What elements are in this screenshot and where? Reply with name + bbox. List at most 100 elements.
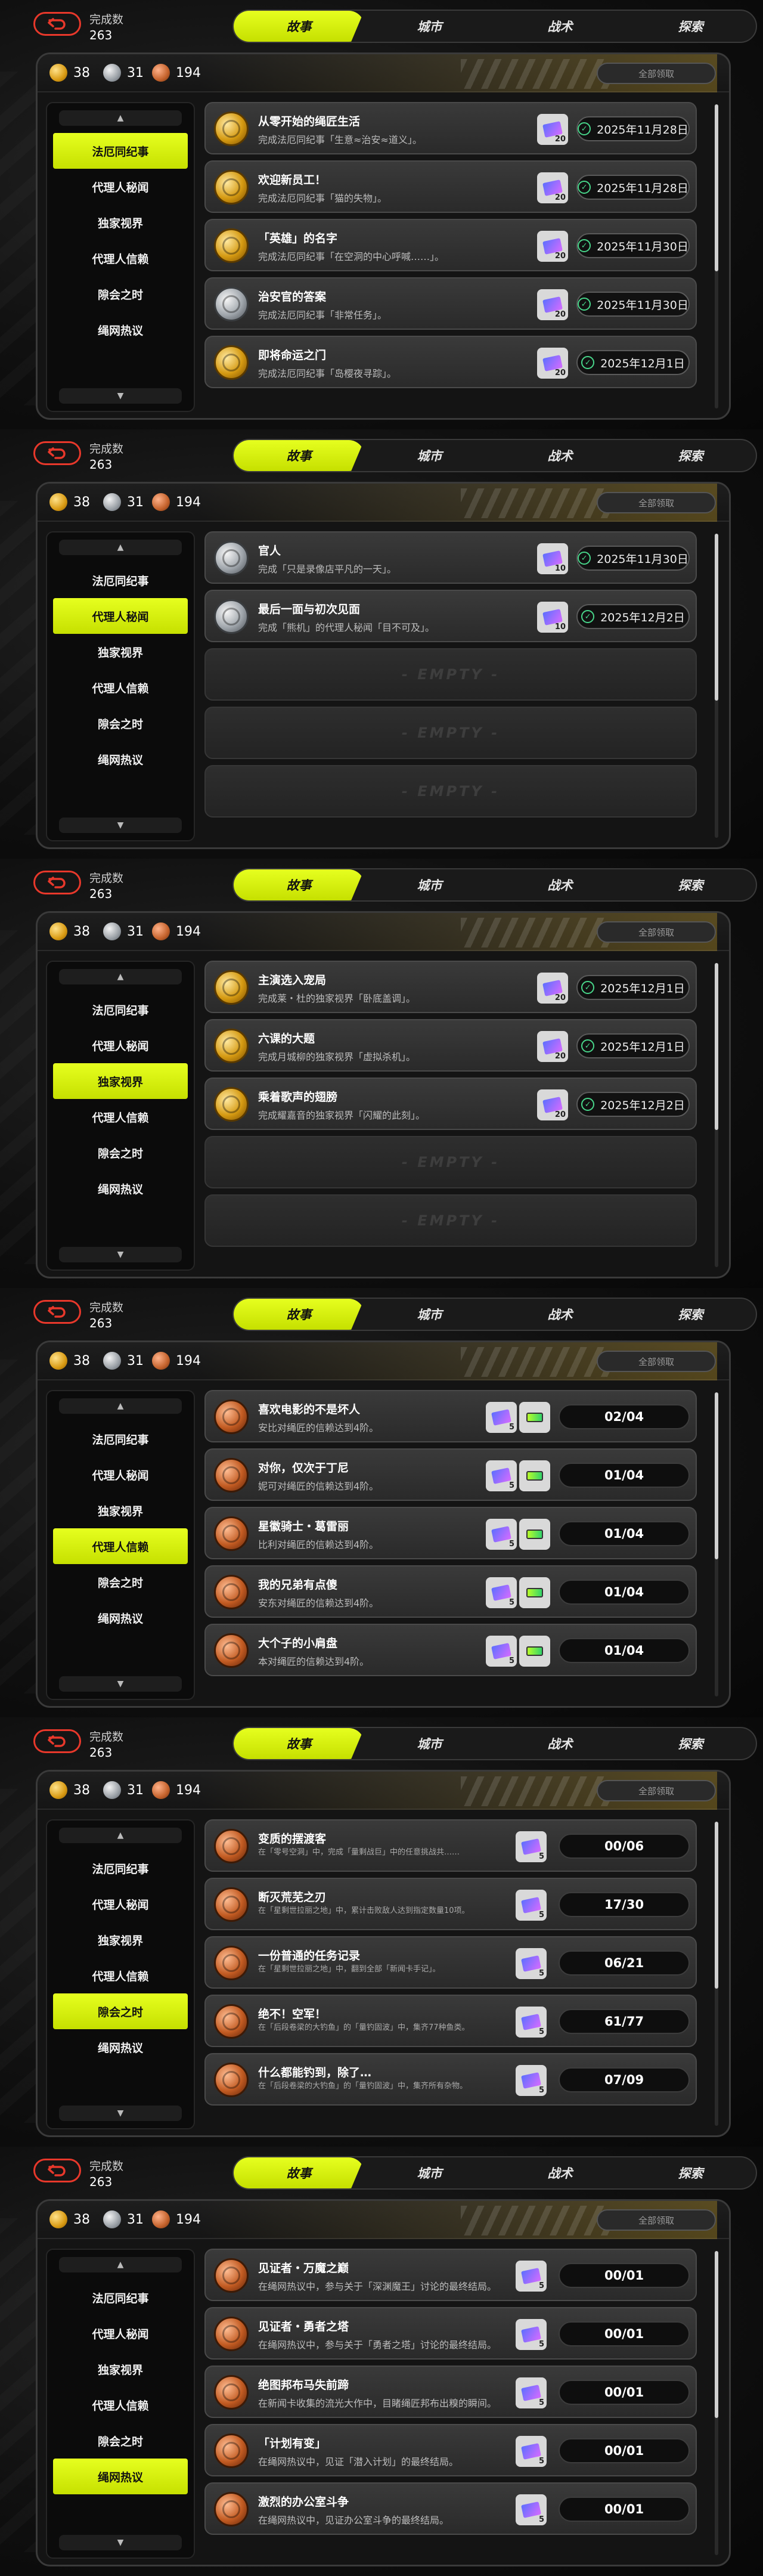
back-button[interactable] [33,441,81,465]
tab-tactics[interactable]: 战术 [495,440,625,471]
achievement-row[interactable]: 绝图邦布马失前蹄 在新闻卡收集的流光大作中，目睹绳匠邦布出糗的瞬间。 5 00/01 [204,2366,697,2418]
scrollbar-thumb[interactable] [715,1822,718,1989]
tab-tactics[interactable]: 战术 [495,11,625,42]
sidebar-item-5[interactable]: 隙会之时 [53,1993,188,2029]
achievement-row[interactable]: 我的兄弟有点傻 安东对绳匠的信赖达到4阶。 5 01/04 [204,1565,697,1618]
achievement-row[interactable]: 即将命运之门 完成法厄同纪事「岛樱夜寻踪」。 20 ✓ 2025年12月1日 [204,336,697,388]
reward-item[interactable]: 5 [486,1460,517,1491]
reward-item-secondary[interactable] [519,1460,550,1491]
sidebar-item-4[interactable]: 代理人信赖 [53,2387,188,2423]
sidebar-item-3[interactable]: 独家视界 [53,1493,188,1528]
list-scrollbar[interactable] [715,534,718,838]
tab-story[interactable]: 故事 [234,1299,364,1330]
reward-item[interactable]: 5 [486,1577,517,1608]
sidebar-item-1[interactable]: 法厄同纪事 [53,992,188,1027]
reward-item-secondary[interactable] [519,1577,550,1608]
scrollbar-thumb[interactable] [715,534,718,701]
achievement-row[interactable]: 见证者・万魔之巅 在绳网热议中，参与关于「深渊魔王」讨论的最终结局。 5 00/01 [204,2249,697,2301]
claim-all-button[interactable]: 全部领取 [597,492,716,513]
scroll-up-button[interactable]: ▲ [59,110,182,126]
sidebar-item-4[interactable]: 代理人信赖 [53,1099,188,1135]
reward-item[interactable]: 5 [516,2065,547,2096]
achievement-row[interactable]: 对你，仅次于丁尼 妮可对绳匠的信赖达到4阶。 5 01/04 [204,1448,697,1501]
tab-city[interactable]: 城市 [364,440,495,471]
scroll-down-button[interactable]: ▼ [59,2535,182,2550]
tab-tactics[interactable]: 战术 [495,1299,625,1330]
achievement-row[interactable]: 绝不！空军！ 在「后段卷梁的大钓鱼」的「量钓固波」中，集齐77种鱼类。 5 61/77 [204,1995,697,2047]
claim-all-button[interactable]: 全部领取 [597,1351,716,1372]
sidebar-item-3[interactable]: 独家视界 [53,634,188,670]
scroll-down-button[interactable]: ▼ [59,2106,182,2121]
achievement-row[interactable]: 治安官的答案 完成法厄同纪事「非常任务」。 20 ✓ 2025年11月30日 [204,277,697,330]
achievement-row[interactable]: 主演选入宠局 完成莱・杜的独家视界「卧底盖调」。 20 ✓ 2025年12月1日 [204,961,697,1013]
reward-item[interactable]: 5 [486,1636,517,1667]
list-scrollbar[interactable] [715,104,718,408]
achievement-row[interactable]: 断灭荒芜之刃 在「星剩世拉丽之地」中，累计击败敌人达到指定数量10项。 5 17/30 [204,1878,697,1930]
achievement-row[interactable]: 喜欢电影的不是坏人 安比对绳匠的信赖达到4阶。 5 02/04 [204,1390,697,1442]
reward-item[interactable]: 10 [537,543,568,574]
back-button[interactable] [33,1729,81,1753]
sidebar-item-1[interactable]: 法厄同纪事 [53,133,188,169]
list-scrollbar[interactable] [715,2251,718,2555]
reward-item[interactable]: 5 [516,2494,547,2525]
claim-all-button[interactable]: 全部领取 [597,2209,716,2231]
sidebar-item-1[interactable]: 法厄同纪事 [53,562,188,598]
reward-item[interactable]: 5 [516,1948,547,1979]
sidebar-item-6[interactable]: 绳网热议 [53,312,188,348]
scroll-down-button[interactable]: ▼ [59,1676,182,1692]
tab-city[interactable]: 城市 [364,11,495,42]
tab-city[interactable]: 城市 [364,869,495,900]
scroll-up-button[interactable]: ▲ [59,2257,182,2272]
back-button[interactable] [33,2159,81,2182]
reward-item[interactable]: 5 [516,2319,547,2350]
reward-item[interactable]: 5 [516,2261,547,2292]
achievement-row[interactable]: 从零开始的绳匠生活 完成法厄同纪事「生意≈治安≈道义」。 20 ✓ 2025年11月28… [204,102,697,154]
claim-all-button[interactable]: 全部领取 [597,63,716,84]
reward-item[interactable]: 20 [537,973,568,1004]
achievement-row[interactable]: 见证者・勇者之塔 在绳网热议中，参与关于「勇者之塔」讨论的最终结局。 5 00/01 [204,2307,697,2360]
reward-item[interactable]: 5 [486,1402,517,1433]
achievement-row[interactable]: 六课的大题 完成月城柳的独家视界「虚拟杀机」。 20 ✓ 2025年12月1日 [204,1019,697,1072]
sidebar-item-6[interactable]: 绳网热议 [53,1171,188,1206]
reward-item[interactable]: 20 [537,172,568,203]
reward-item-secondary[interactable] [519,1402,550,1433]
list-scrollbar[interactable] [715,963,718,1267]
tab-tactics[interactable]: 战术 [495,2157,625,2188]
scrollbar-thumb[interactable] [715,2251,718,2418]
scroll-down-button[interactable]: ▼ [59,388,182,404]
sidebar-item-4[interactable]: 代理人信赖 [53,1958,188,1993]
sidebar-item-6[interactable]: 绳网热议 [53,1600,188,1636]
scrollbar-thumb[interactable] [715,1392,718,1559]
sidebar-item-5[interactable]: 隙会之时 [53,705,188,741]
reward-item[interactable]: 5 [516,2377,547,2408]
scrollbar-thumb[interactable] [715,963,718,1130]
sidebar-item-3[interactable]: 独家视界 [53,1063,188,1099]
scroll-down-button[interactable]: ▼ [59,1247,182,1262]
sidebar-item-6[interactable]: 绳网热议 [53,2459,188,2494]
sidebar-item-4[interactable]: 代理人信赖 [53,240,188,276]
tab-explore[interactable]: 探索 [625,1299,756,1330]
reward-item[interactable]: 20 [537,1031,568,1062]
sidebar-item-5[interactable]: 隙会之时 [53,2423,188,2459]
tab-story[interactable]: 故事 [234,2157,364,2188]
tab-city[interactable]: 城市 [364,1728,495,1759]
back-button[interactable] [33,12,81,36]
sidebar-item-5[interactable]: 隙会之时 [53,1564,188,1600]
claim-all-button[interactable]: 全部领取 [597,921,716,943]
reward-item-secondary[interactable] [519,1519,550,1550]
reward-item[interactable]: 20 [537,1089,568,1120]
sidebar-item-2[interactable]: 代理人秘闻 [53,2315,188,2351]
sidebar-item-5[interactable]: 隙会之时 [53,1135,188,1171]
sidebar-item-6[interactable]: 绳网热议 [53,741,188,777]
achievement-row[interactable]: 官人 完成「只是录像店平凡的一天」。 10 ✓ 2025年11月30日 [204,531,697,584]
scroll-down-button[interactable]: ▼ [59,818,182,833]
reward-item[interactable]: 20 [537,289,568,320]
achievement-row[interactable]: 大个子的小肩盘 本对绳匠的信赖达到4阶。 5 01/04 [204,1624,697,1676]
tab-explore[interactable]: 探索 [625,2157,756,2188]
sidebar-item-2[interactable]: 代理人秘闻 [53,1457,188,1493]
achievement-row[interactable]: 「英雄」的名字 完成法厄同纪事「在空洞的中心呼喊……」。 20 ✓ 2025年11月30… [204,219,697,271]
tab-story[interactable]: 故事 [234,869,364,900]
sidebar-item-6[interactable]: 绳网热议 [53,2029,188,2065]
sidebar-item-2[interactable]: 代理人秘闻 [53,1027,188,1063]
sidebar-item-1[interactable]: 法厄同纪事 [53,1850,188,1886]
